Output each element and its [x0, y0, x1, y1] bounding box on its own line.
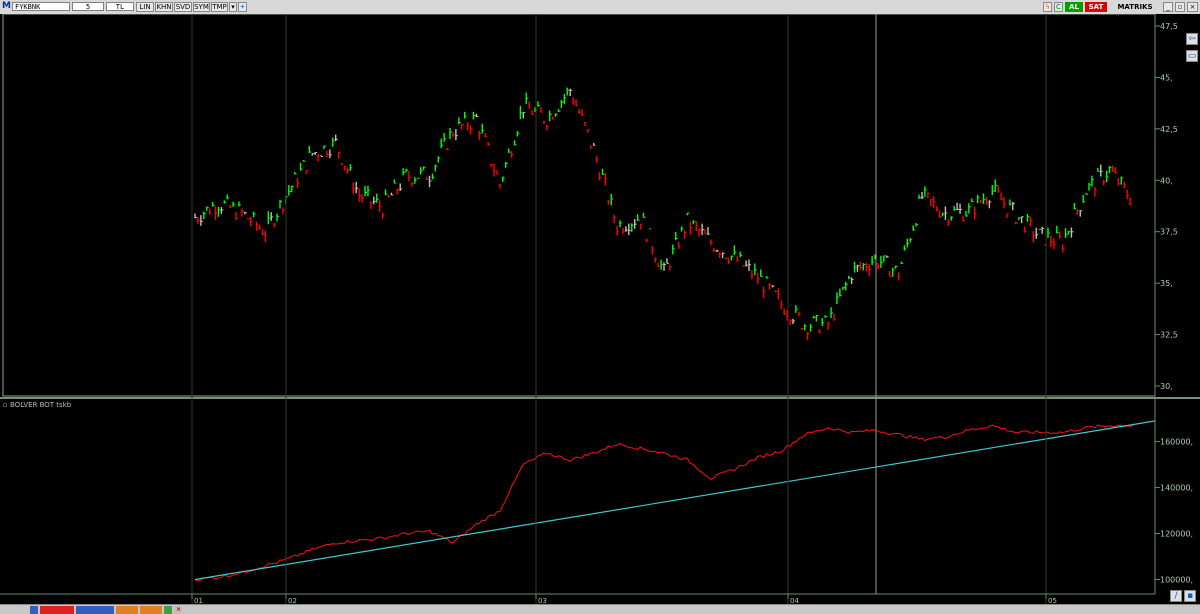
price-tick-label: 32,5 — [1160, 331, 1178, 340]
restore-icon[interactable]: ▫ — [1175, 2, 1185, 12]
status-close-icon[interactable]: × — [174, 606, 182, 614]
sym-button[interactable]: SYM — [193, 2, 210, 12]
lightning-icon[interactable]: ϟ — [1043, 2, 1052, 12]
status-icon-1[interactable] — [164, 606, 172, 614]
time-tick-label: 04 — [790, 597, 799, 604]
twitter-icon[interactable]: ✦ — [238, 2, 247, 12]
price-tick-label: 30, — [1160, 382, 1173, 391]
chart-area[interactable]: 47,5 45, 42,5 40, 37,5 35, 32,5 30, BOLVER BOT … — [0, 14, 1200, 604]
price-tick-label: 40, — [1160, 176, 1173, 185]
svd-button[interactable]: SVD — [174, 2, 192, 12]
price-tick-label: 47,5 — [1160, 22, 1178, 31]
indicator-tick-label: 140000, — [1160, 484, 1193, 493]
period-select[interactable]: 5 — [72, 2, 104, 11]
time-tick-label: 03 — [538, 597, 547, 604]
status-tab-1[interactable] — [40, 606, 74, 614]
indicator-panel-label: BOLVER BOT tskb — [10, 401, 72, 409]
time-tick-label: 05 — [1048, 597, 1057, 604]
zoom-icon[interactable]: ▪ — [1184, 590, 1196, 602]
price-tick-label: 37,5 — [1160, 228, 1178, 237]
time-tick-label: 01 — [194, 597, 203, 604]
close-icon[interactable]: × — [1187, 2, 1198, 12]
dropdown-arrow-icon[interactable]: ▾ — [229, 2, 237, 12]
indicator-settings-icon[interactable]: ▫ — [3, 401, 8, 409]
brand-label: MATRIKS — [1117, 3, 1153, 11]
price-tick-label: 45, — [1160, 73, 1173, 82]
symbol-input[interactable]: FYKBNK — [12, 2, 70, 11]
price-tick-label: 42,5 — [1160, 125, 1178, 134]
panel-toggle-icon[interactable]: ▭ — [1186, 50, 1198, 62]
time-tick-label: 02 — [288, 597, 297, 604]
status-tab-2[interactable] — [76, 606, 114, 614]
status-indicator-icon[interactable] — [30, 606, 38, 614]
linear-button[interactable]: LIN — [136, 2, 154, 12]
currency-select[interactable]: TL — [106, 2, 134, 11]
status-tab-3[interactable] — [116, 606, 138, 614]
scroll-left-icon[interactable]: ⇦ — [1186, 33, 1198, 45]
app-logo: M — [2, 1, 11, 11]
indicator-tick-label: 120000, — [1160, 530, 1193, 539]
buy-button[interactable]: AL — [1065, 2, 1083, 12]
minimize-icon[interactable]: _ — [1163, 2, 1173, 12]
khn-button[interactable]: KHN — [155, 2, 173, 12]
indicator-tick-label: 100000, — [1160, 576, 1193, 585]
refresh-icon[interactable]: C — [1054, 2, 1063, 12]
sell-button[interactable]: SAT — [1085, 2, 1107, 12]
draw-tool-icon[interactable]: / — [1170, 590, 1182, 602]
chart-toolbar: M FYKBNK 5 TL LIN KHN SVD SYM TMP ▾ ✦ ϟ … — [0, 0, 1200, 15]
price-tick-label: 35, — [1160, 279, 1173, 288]
tmp-button[interactable]: TMP — [211, 2, 228, 12]
chart-background — [0, 14, 1200, 604]
status-tab-4[interactable] — [140, 606, 162, 614]
indicator-tick-label: 160000, — [1160, 438, 1193, 447]
status-bar: × — [0, 604, 1200, 614]
